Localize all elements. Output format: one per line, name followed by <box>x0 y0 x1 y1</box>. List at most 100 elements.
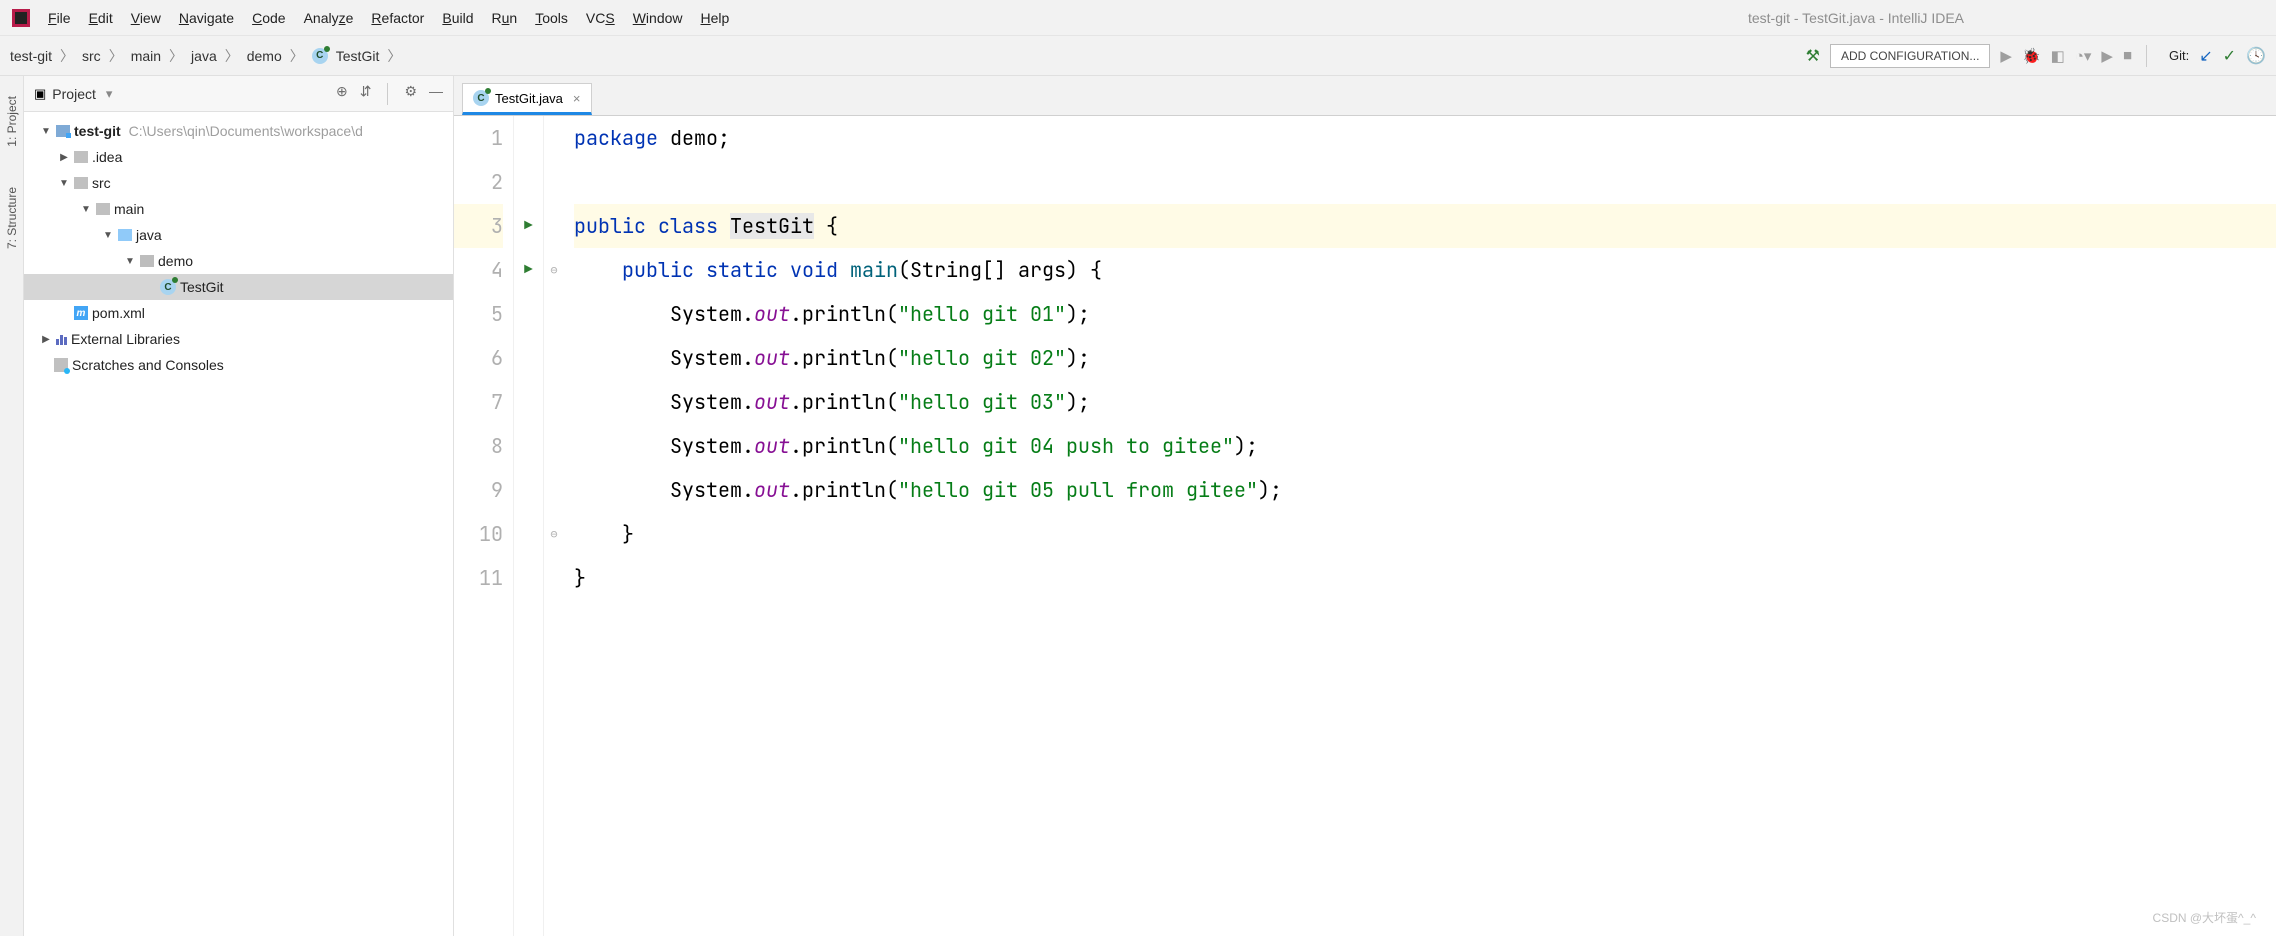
build-icon[interactable]: ⚒ <box>1806 46 1820 66</box>
line-number: 8 <box>454 424 503 468</box>
debug-icon[interactable]: 🐞 <box>2022 47 2041 65</box>
caret-down-icon[interactable] <box>58 178 70 189</box>
tree-node-external-libs[interactable]: External Libraries <box>24 326 453 352</box>
menu-view[interactable]: View <box>131 10 161 26</box>
line-number: 7 <box>454 380 503 424</box>
tree-label: test-git <box>74 123 121 139</box>
tree-node-src[interactable]: src <box>24 170 453 196</box>
tree-node-java[interactable]: java <box>24 222 453 248</box>
java-class-icon: C <box>160 279 176 295</box>
locate-icon[interactable]: ⊕ <box>336 83 348 105</box>
run-line-marker-icon[interactable]: ▶ <box>514 204 543 248</box>
tree-node-idea[interactable]: .idea <box>24 144 453 170</box>
fold-gutter: ⊖ ⊖ <box>544 116 564 936</box>
java-class-icon: C <box>312 48 328 64</box>
run-icon[interactable]: ▶ <box>2000 47 2012 65</box>
coverage-icon[interactable]: ◧ <box>2051 47 2065 65</box>
tree-node-demo[interactable]: demo <box>24 248 453 274</box>
caret-down-icon[interactable] <box>124 256 136 267</box>
tree-label: java <box>136 227 162 243</box>
close-icon[interactable]: × <box>573 91 581 106</box>
project-view-title[interactable]: Project <box>52 86 96 102</box>
editor-tab-active[interactable]: C TestGit.java × <box>462 83 592 115</box>
history-icon[interactable]: 🕓 <box>2246 46 2266 66</box>
caret-down-icon[interactable] <box>80 204 92 215</box>
menu-navigate[interactable]: Navigate <box>179 10 234 26</box>
caret-down-icon[interactable] <box>40 126 52 137</box>
update-project-icon[interactable]: ↙ <box>2199 46 2212 66</box>
crumb-demo[interactable]: demo <box>247 48 282 64</box>
code-editor[interactable]: 1 2 3 4 5 6 7 8 9 10 11 ▶ ▶ <box>454 116 2276 936</box>
crumb-class[interactable]: TestGit <box>336 48 380 64</box>
menu-file[interactable]: File <box>48 10 71 26</box>
tree-node-pom[interactable]: m pom.xml <box>24 300 453 326</box>
fold-start-icon[interactable]: ⊖ <box>544 248 564 292</box>
code-body[interactable]: package demo; public class TestGit { pub… <box>564 116 2276 936</box>
tree-label: main <box>114 201 144 217</box>
menu-code[interactable]: Code <box>252 10 285 26</box>
project-tree[interactable]: test-git C:\Users\qin\Documents\workspac… <box>24 112 453 384</box>
crumb-project[interactable]: test-git <box>10 48 52 64</box>
crumb-main[interactable]: main <box>131 48 161 64</box>
gear-icon[interactable]: ⚙ <box>404 83 417 105</box>
commit-icon[interactable]: ✓ <box>2223 46 2236 66</box>
caret-right-icon[interactable] <box>58 152 70 163</box>
stop-icon[interactable]: ■ <box>2123 47 2132 64</box>
project-header: ▣ Project ▾ ⊕ ⇵ ⚙ — <box>24 76 453 112</box>
chevron-right-icon: 〉 <box>109 46 123 66</box>
run-line-marker-icon[interactable]: ▶ <box>514 248 543 292</box>
line-number: 3 <box>454 204 503 248</box>
chevron-down-icon[interactable]: ▾ <box>106 86 113 102</box>
folder-icon <box>74 151 88 163</box>
menu-tools[interactable]: Tools <box>535 10 568 26</box>
menu-help[interactable]: Help <box>701 10 730 26</box>
chevron-right-icon: 〉 <box>60 46 74 66</box>
line-number: 11 <box>454 556 503 600</box>
hide-icon[interactable]: — <box>429 83 443 105</box>
collapse-icon[interactable]: ⇵ <box>360 83 372 105</box>
tab-label: TestGit.java <box>495 91 563 106</box>
navigation-toolbar: test-git〉 src〉 main〉 java〉 demo〉 C TestG… <box>0 36 2276 76</box>
tool-button-structure[interactable]: 7: Structure <box>5 187 19 249</box>
menu-build[interactable]: Build <box>442 10 473 26</box>
tree-label: demo <box>158 253 193 269</box>
project-tool-window: ▣ Project ▾ ⊕ ⇵ ⚙ — test-git C:\Users\qi… <box>24 76 454 936</box>
menu-window[interactable]: Window <box>633 10 683 26</box>
tree-node-scratches[interactable]: Scratches and Consoles <box>24 352 453 378</box>
scratches-icon <box>54 358 68 372</box>
menu-edit[interactable]: Edit <box>89 10 113 26</box>
libraries-icon <box>56 333 67 345</box>
caret-right-icon[interactable] <box>40 334 52 345</box>
package-icon <box>140 255 154 267</box>
run-config-dropdown[interactable]: ADD CONFIGURATION... <box>1830 44 1990 68</box>
tree-label: External Libraries <box>71 331 180 347</box>
toolbar-right: ⚒ ADD CONFIGURATION... ▶ 🐞 ◧ ◔▾ ▶ ■ Git:… <box>1806 44 2266 68</box>
crumb-src[interactable]: src <box>82 48 101 64</box>
tree-root[interactable]: test-git C:\Users\qin\Documents\workspac… <box>24 118 453 144</box>
crumb-java[interactable]: java <box>191 48 217 64</box>
tree-node-main[interactable]: main <box>24 196 453 222</box>
editor-area: C TestGit.java × 1 2 3 4 5 6 7 8 9 10 11 <box>454 76 2276 936</box>
tool-button-project[interactable]: 1: Project <box>5 96 19 147</box>
profile-icon[interactable]: ◔▾ <box>2075 47 2092 65</box>
menu-refactor[interactable]: Refactor <box>371 10 424 26</box>
caret-down-icon[interactable] <box>102 230 114 241</box>
rerun-icon[interactable]: ▶ <box>2101 47 2113 65</box>
run-gutter: ▶ ▶ <box>514 116 544 936</box>
line-number: 2 <box>454 160 503 204</box>
menu-run[interactable]: Run <box>492 10 518 26</box>
tool-window-stripe-left: 1: Project 7: Structure <box>0 76 24 936</box>
fold-end-icon[interactable]: ⊖ <box>544 512 564 556</box>
line-number-gutter: 1 2 3 4 5 6 7 8 9 10 11 <box>454 116 514 936</box>
chevron-right-icon: 〉 <box>169 46 183 66</box>
tree-node-testgit[interactable]: C TestGit <box>24 274 453 300</box>
menu-analyze[interactable]: Analyze <box>304 10 354 26</box>
menu-vcs[interactable]: VCS <box>586 10 615 26</box>
line-number: 6 <box>454 336 503 380</box>
source-folder-icon <box>118 229 132 241</box>
java-class-icon: C <box>473 90 489 106</box>
chevron-right-icon: 〉 <box>225 46 239 66</box>
tree-label: .idea <box>92 149 122 165</box>
watermark: CSDN @大坏蛋^_^ <box>2153 909 2256 926</box>
window-title: test-git - TestGit.java - IntelliJ IDEA <box>1748 10 2264 26</box>
